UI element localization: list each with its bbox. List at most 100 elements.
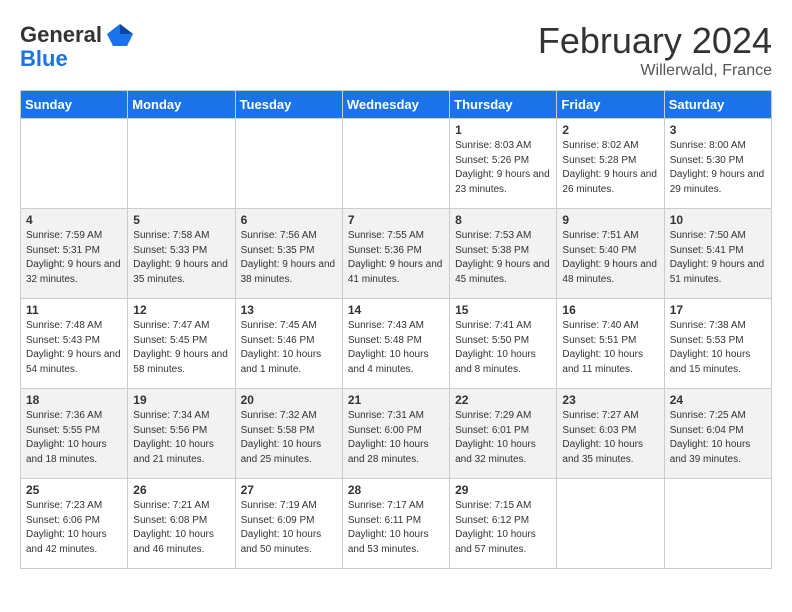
day-info: Sunrise: 7:59 AM Sunset: 5:31 PM Dayligh… <box>26 229 122 287</box>
calendar-cell: 1 Sunrise: 8:03 AM Sunset: 5:26 PM Dayli… <box>450 119 557 209</box>
day-info: Sunrise: 7:45 AM Sunset: 5:46 PM Dayligh… <box>241 319 337 377</box>
week-row-2: 4 Sunrise: 7:59 AM Sunset: 5:31 PM Dayli… <box>21 209 772 299</box>
day-header-friday: Friday <box>557 91 664 119</box>
day-info: Sunrise: 8:00 AM Sunset: 5:30 PM Dayligh… <box>670 139 766 197</box>
calendar-cell: 7 Sunrise: 7:55 AM Sunset: 5:36 PM Dayli… <box>342 209 449 299</box>
day-info: Sunrise: 7:56 AM Sunset: 5:35 PM Dayligh… <box>241 229 337 287</box>
day-header-wednesday: Wednesday <box>342 91 449 119</box>
day-info: Sunrise: 7:40 AM Sunset: 5:51 PM Dayligh… <box>562 319 658 377</box>
day-number: 8 <box>455 213 551 227</box>
day-info: Sunrise: 7:29 AM Sunset: 6:01 PM Dayligh… <box>455 409 551 467</box>
day-number: 29 <box>455 483 551 497</box>
calendar-cell: 16 Sunrise: 7:40 AM Sunset: 5:51 PM Dayl… <box>557 299 664 389</box>
calendar-cell: 4 Sunrise: 7:59 AM Sunset: 5:31 PM Dayli… <box>21 209 128 299</box>
header: General Blue February 2024 Willerwald, F… <box>20 20 772 80</box>
day-info: Sunrise: 7:38 AM Sunset: 5:53 PM Dayligh… <box>670 319 766 377</box>
calendar-cell: 23 Sunrise: 7:27 AM Sunset: 6:03 PM Dayl… <box>557 389 664 479</box>
day-number: 28 <box>348 483 444 497</box>
day-number: 25 <box>26 483 122 497</box>
calendar-cell <box>235 119 342 209</box>
day-info: Sunrise: 7:43 AM Sunset: 5:48 PM Dayligh… <box>348 319 444 377</box>
logo-icon <box>105 20 135 50</box>
calendar-cell: 26 Sunrise: 7:21 AM Sunset: 6:08 PM Dayl… <box>128 479 235 569</box>
day-info: Sunrise: 7:32 AM Sunset: 5:58 PM Dayligh… <box>241 409 337 467</box>
week-row-1: 1 Sunrise: 8:03 AM Sunset: 5:26 PM Dayli… <box>21 119 772 209</box>
day-info: Sunrise: 7:31 AM Sunset: 6:00 PM Dayligh… <box>348 409 444 467</box>
calendar-cell: 22 Sunrise: 7:29 AM Sunset: 6:01 PM Dayl… <box>450 389 557 479</box>
day-number: 15 <box>455 303 551 317</box>
day-info: Sunrise: 7:17 AM Sunset: 6:11 PM Dayligh… <box>348 499 444 557</box>
calendar-cell <box>21 119 128 209</box>
day-number: 26 <box>133 483 229 497</box>
day-number: 7 <box>348 213 444 227</box>
day-number: 18 <box>26 393 122 407</box>
day-header-saturday: Saturday <box>664 91 771 119</box>
day-info: Sunrise: 7:15 AM Sunset: 6:12 PM Dayligh… <box>455 499 551 557</box>
calendar-cell: 2 Sunrise: 8:02 AM Sunset: 5:28 PM Dayli… <box>557 119 664 209</box>
calendar-cell: 18 Sunrise: 7:36 AM Sunset: 5:55 PM Dayl… <box>21 389 128 479</box>
logo-text: General <box>20 22 102 48</box>
day-info: Sunrise: 7:47 AM Sunset: 5:45 PM Dayligh… <box>133 319 229 377</box>
calendar-cell: 25 Sunrise: 7:23 AM Sunset: 6:06 PM Dayl… <box>21 479 128 569</box>
logo-general: General <box>20 22 102 47</box>
calendar-cell: 17 Sunrise: 7:38 AM Sunset: 5:53 PM Dayl… <box>664 299 771 389</box>
calendar-cell: 29 Sunrise: 7:15 AM Sunset: 6:12 PM Dayl… <box>450 479 557 569</box>
day-info: Sunrise: 7:36 AM Sunset: 5:55 PM Dayligh… <box>26 409 122 467</box>
day-number: 24 <box>670 393 766 407</box>
day-info: Sunrise: 7:51 AM Sunset: 5:40 PM Dayligh… <box>562 229 658 287</box>
day-info: Sunrise: 7:50 AM Sunset: 5:41 PM Dayligh… <box>670 229 766 287</box>
day-info: Sunrise: 7:27 AM Sunset: 6:03 PM Dayligh… <box>562 409 658 467</box>
month-title: February 2024 <box>538 20 772 62</box>
day-header-thursday: Thursday <box>450 91 557 119</box>
day-number: 3 <box>670 123 766 137</box>
day-info: Sunrise: 7:25 AM Sunset: 6:04 PM Dayligh… <box>670 409 766 467</box>
day-number: 19 <box>133 393 229 407</box>
location: Willerwald, France <box>538 62 772 80</box>
day-number: 16 <box>562 303 658 317</box>
logo: General Blue <box>20 20 135 72</box>
day-info: Sunrise: 7:58 AM Sunset: 5:33 PM Dayligh… <box>133 229 229 287</box>
calendar-cell: 13 Sunrise: 7:45 AM Sunset: 5:46 PM Dayl… <box>235 299 342 389</box>
calendar-cell: 10 Sunrise: 7:50 AM Sunset: 5:41 PM Dayl… <box>664 209 771 299</box>
day-number: 27 <box>241 483 337 497</box>
calendar-cell: 20 Sunrise: 7:32 AM Sunset: 5:58 PM Dayl… <box>235 389 342 479</box>
calendar-cell: 6 Sunrise: 7:56 AM Sunset: 5:35 PM Dayli… <box>235 209 342 299</box>
calendar-cell: 24 Sunrise: 7:25 AM Sunset: 6:04 PM Dayl… <box>664 389 771 479</box>
day-number: 10 <box>670 213 766 227</box>
day-info: Sunrise: 7:41 AM Sunset: 5:50 PM Dayligh… <box>455 319 551 377</box>
week-row-5: 25 Sunrise: 7:23 AM Sunset: 6:06 PM Dayl… <box>21 479 772 569</box>
day-number: 20 <box>241 393 337 407</box>
calendar-cell <box>664 479 771 569</box>
calendar-cell <box>128 119 235 209</box>
calendar-cell <box>557 479 664 569</box>
day-number: 22 <box>455 393 551 407</box>
day-number: 23 <box>562 393 658 407</box>
calendar-cell: 8 Sunrise: 7:53 AM Sunset: 5:38 PM Dayli… <box>450 209 557 299</box>
calendar-cell: 28 Sunrise: 7:17 AM Sunset: 6:11 PM Dayl… <box>342 479 449 569</box>
week-row-3: 11 Sunrise: 7:48 AM Sunset: 5:43 PM Dayl… <box>21 299 772 389</box>
day-info: Sunrise: 7:21 AM Sunset: 6:08 PM Dayligh… <box>133 499 229 557</box>
day-info: Sunrise: 8:03 AM Sunset: 5:26 PM Dayligh… <box>455 139 551 197</box>
calendar-cell: 21 Sunrise: 7:31 AM Sunset: 6:00 PM Dayl… <box>342 389 449 479</box>
day-number: 1 <box>455 123 551 137</box>
calendar-cell <box>342 119 449 209</box>
calendar-cell: 11 Sunrise: 7:48 AM Sunset: 5:43 PM Dayl… <box>21 299 128 389</box>
day-info: Sunrise: 7:55 AM Sunset: 5:36 PM Dayligh… <box>348 229 444 287</box>
calendar-cell: 9 Sunrise: 7:51 AM Sunset: 5:40 PM Dayli… <box>557 209 664 299</box>
day-header-monday: Monday <box>128 91 235 119</box>
week-row-4: 18 Sunrise: 7:36 AM Sunset: 5:55 PM Dayl… <box>21 389 772 479</box>
day-number: 17 <box>670 303 766 317</box>
day-number: 13 <box>241 303 337 317</box>
page: General Blue February 2024 Willerwald, F… <box>0 0 792 579</box>
day-number: 21 <box>348 393 444 407</box>
calendar-cell: 19 Sunrise: 7:34 AM Sunset: 5:56 PM Dayl… <box>128 389 235 479</box>
day-number: 5 <box>133 213 229 227</box>
calendar: SundayMondayTuesdayWednesdayThursdayFrid… <box>20 90 772 569</box>
day-number: 14 <box>348 303 444 317</box>
day-header-tuesday: Tuesday <box>235 91 342 119</box>
day-info: Sunrise: 7:23 AM Sunset: 6:06 PM Dayligh… <box>26 499 122 557</box>
day-info: Sunrise: 7:19 AM Sunset: 6:09 PM Dayligh… <box>241 499 337 557</box>
day-header-row: SundayMondayTuesdayWednesdayThursdayFrid… <box>21 91 772 119</box>
day-info: Sunrise: 8:02 AM Sunset: 5:28 PM Dayligh… <box>562 139 658 197</box>
calendar-cell: 5 Sunrise: 7:58 AM Sunset: 5:33 PM Dayli… <box>128 209 235 299</box>
